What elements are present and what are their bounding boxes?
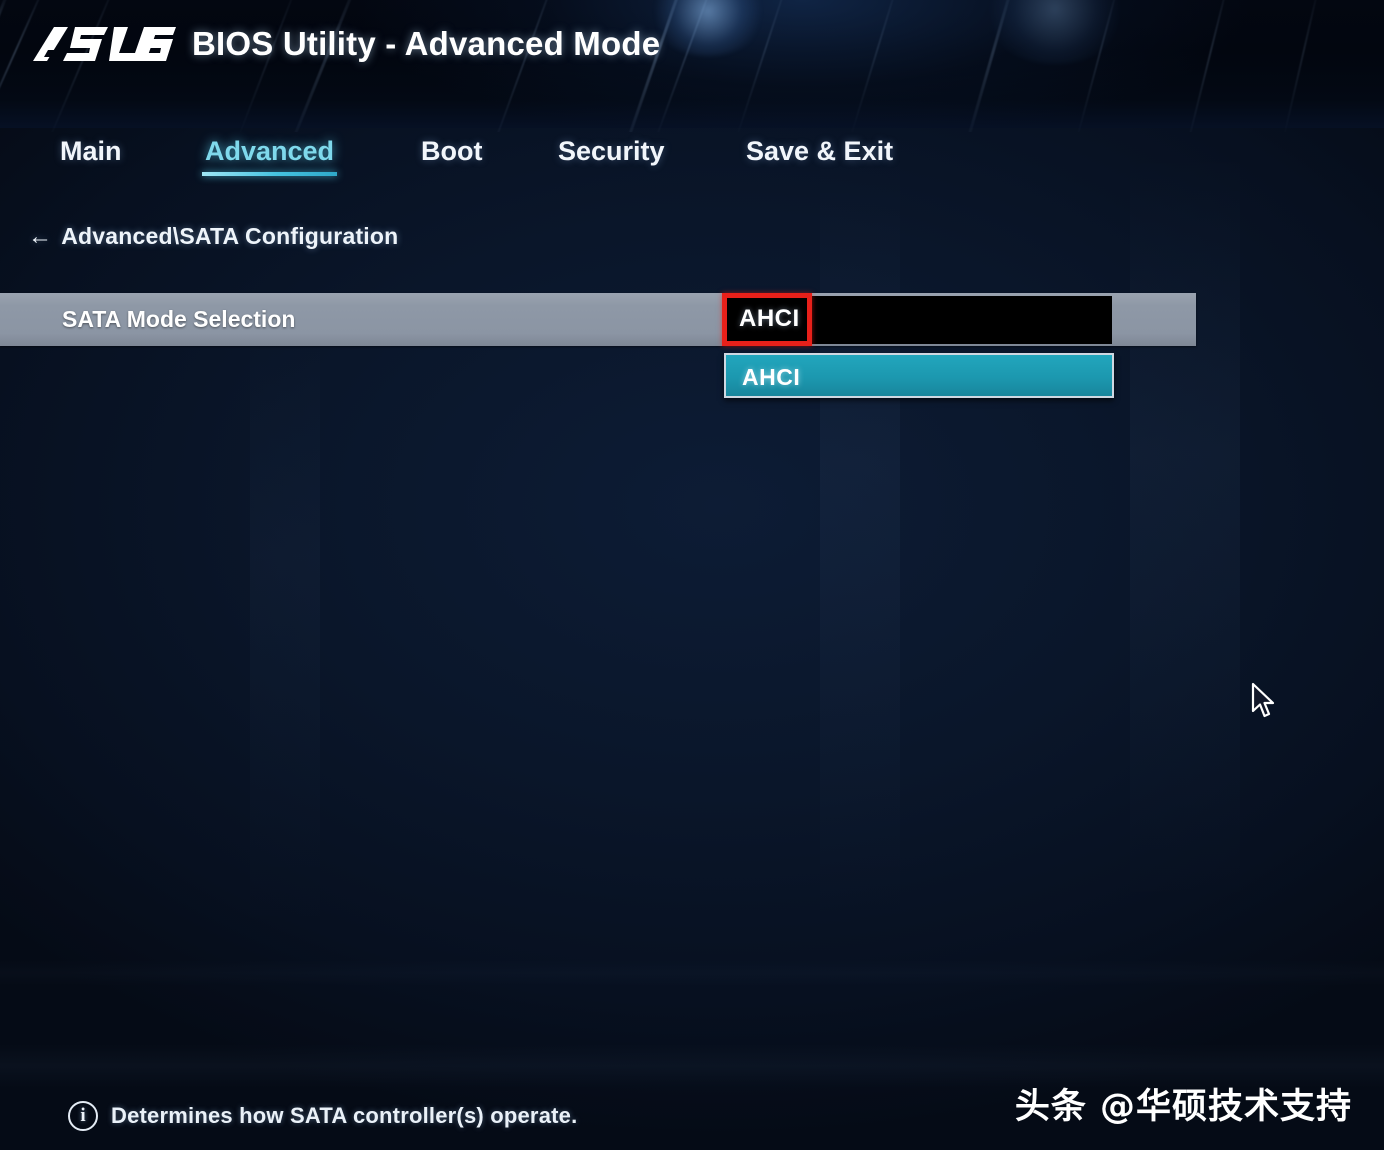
tab-advanced[interactable]: Advanced — [201, 136, 338, 176]
help-text: Determines how SATA controller(s) operat… — [111, 1103, 578, 1128]
tab-save-exit[interactable]: Save & Exit — [746, 136, 893, 167]
breadcrumb[interactable]: ← Advanced\SATA Configuration — [28, 223, 398, 251]
main-tabbar: Main Advanced Boot Security Save & Exit — [0, 132, 1384, 188]
info-icon: i — [68, 1101, 98, 1131]
dropdown-option-ahci[interactable]: AHCI — [726, 355, 1112, 396]
header: BIOS Utility - Advanced Mode — [0, 0, 1384, 128]
bios-screen: BIOS Utility - Advanced Mode Main Advanc… — [0, 0, 1384, 1150]
dropdown-option-label: AHCI — [742, 364, 801, 390]
breadcrumb-path: Advanced\SATA Configuration — [61, 223, 399, 249]
watermark: 头条 @华硕技术支持 — [1014, 1087, 1352, 1127]
tab-security[interactable]: Security — [558, 136, 665, 167]
tab-main[interactable]: Main — [60, 136, 122, 167]
sata-mode-dropdown-list[interactable]: AHCI — [724, 353, 1114, 398]
back-arrow-icon[interactable]: ← — [28, 223, 52, 251]
page-title: BIOS Utility - Advanced Mode — [192, 25, 661, 62]
setting-label: SATA Mode Selection — [62, 306, 296, 332]
asus-logo — [30, 24, 176, 64]
red-highlight-box — [722, 293, 812, 346]
tab-boot[interactable]: Boot — [421, 136, 482, 167]
help-bar: i Determines how SATA controller(s) oper… — [68, 1101, 577, 1131]
